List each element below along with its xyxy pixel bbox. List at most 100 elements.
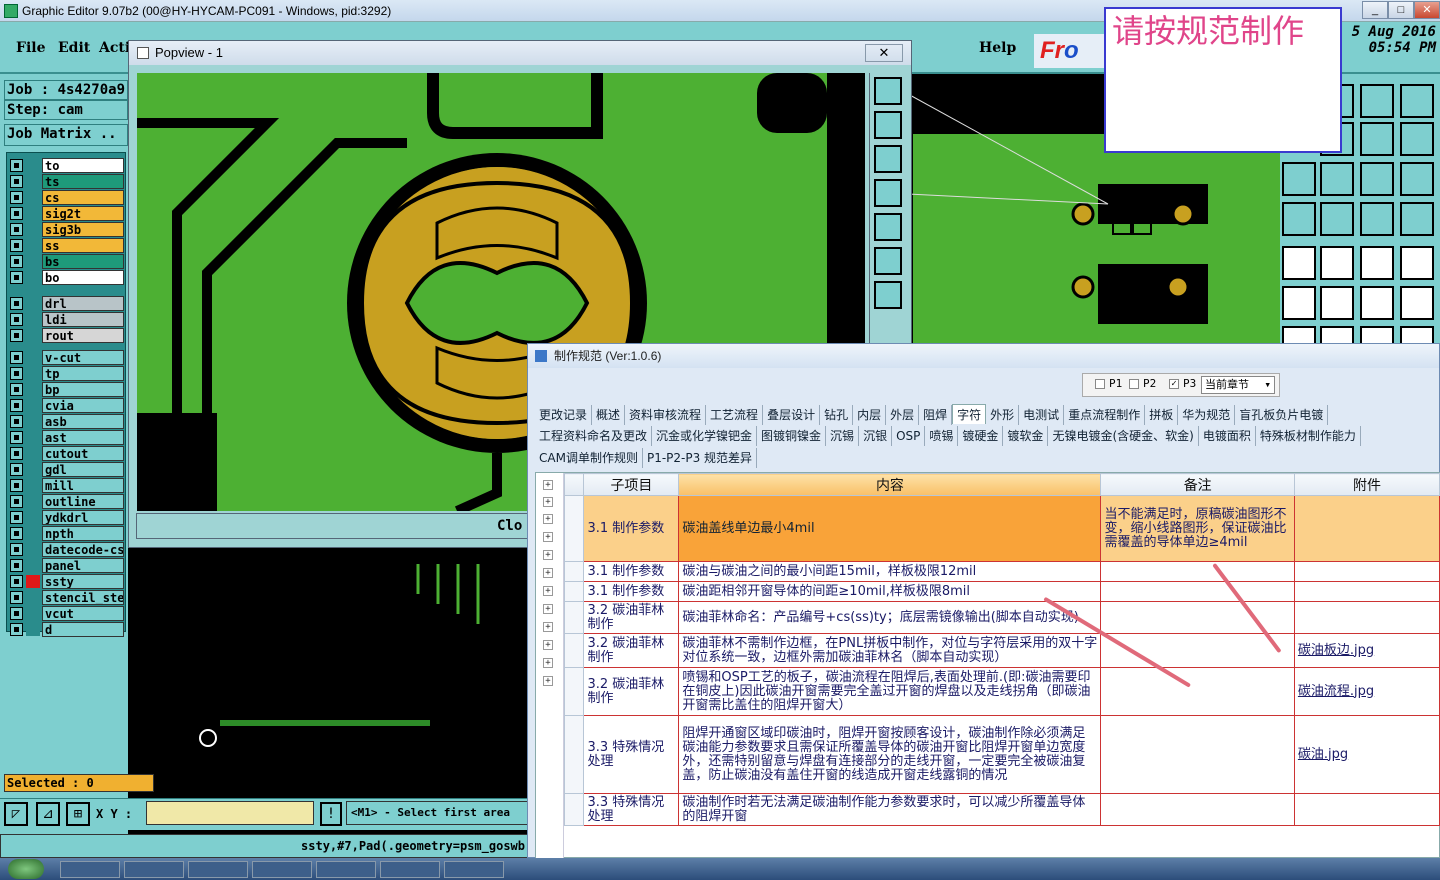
expand-icon[interactable]: + <box>543 604 553 614</box>
layer-row-stencil_step[interactable]: stencil_step <box>8 590 124 605</box>
layer-row-panel[interactable]: panel <box>8 558 124 573</box>
layer-checkbox[interactable] <box>10 191 23 204</box>
pan-right-icon[interactable] <box>874 213 902 241</box>
tab-tabs_row1-0[interactable]: 更改记录 <box>535 405 593 425</box>
layer-color-swatch[interactable] <box>26 297 40 310</box>
layer-checkbox[interactable] <box>10 463 23 476</box>
close-window-button[interactable]: ✕ <box>1414 1 1440 19</box>
align-icon[interactable] <box>1282 162 1316 196</box>
expand-icon[interactable]: + <box>543 586 553 596</box>
layer-row-cs[interactable]: cs <box>8 190 124 205</box>
layer-color-swatch[interactable] <box>26 175 40 188</box>
pan-down-icon[interactable] <box>874 145 902 173</box>
layer-color-swatch[interactable] <box>26 415 40 428</box>
cell-attachment[interactable] <box>1293 581 1440 602</box>
zoom-out-icon[interactable] <box>874 281 902 309</box>
layer-row-to[interactable]: to <box>8 158 124 173</box>
layer-color-swatch[interactable] <box>26 463 40 476</box>
layer-checkbox[interactable] <box>10 297 23 310</box>
fit-icon[interactable] <box>1320 162 1354 196</box>
layer-color-swatch[interactable] <box>26 313 40 326</box>
expand-icon[interactable]: + <box>543 622 553 632</box>
expand-icon[interactable]: + <box>543 550 553 560</box>
layer-color-swatch[interactable] <box>26 159 40 172</box>
layer-row-ydkdrl[interactable]: ydkdrl <box>8 510 124 525</box>
cross-icon[interactable] <box>1360 286 1394 320</box>
table-row[interactable]: 3.1 制作参数 碳油盖线单边最小4mil 当不能满足时，原稿碳油图形不变，缩小线路… <box>563 495 1440 562</box>
layer-row-v-cut[interactable]: v-cut <box>8 350 124 365</box>
tab-tabs_row2-5[interactable]: OSP <box>892 426 926 446</box>
layer-row-ts[interactable]: ts <box>8 174 124 189</box>
taskbar-item[interactable] <box>444 861 504 878</box>
layer-color-swatch[interactable] <box>26 383 40 396</box>
layer-row-npth[interactable]: npth <box>8 526 124 541</box>
job-matrix-button[interactable]: Job Matrix .. <box>4 124 128 146</box>
p3-checkbox[interactable]: ✓ <box>1169 379 1179 389</box>
layer-row-sig2t[interactable]: sig2t <box>8 206 124 221</box>
layer-checkbox[interactable] <box>10 367 23 380</box>
layer-color-swatch[interactable] <box>26 271 40 284</box>
layer-checkbox[interactable] <box>10 575 23 588</box>
p1-checkbox[interactable] <box>1095 379 1105 389</box>
cell-attachment[interactable] <box>1293 495 1440 562</box>
tab-tabs_row1-11[interactable]: 电测试 <box>1019 405 1065 425</box>
tab-tabs_row1-2[interactable]: 资料审核流程 <box>625 405 707 425</box>
ruler-icon[interactable] <box>1400 246 1434 280</box>
layer-row-ldi[interactable]: ldi <box>8 312 124 327</box>
line-icon[interactable] <box>1400 286 1434 320</box>
alert-icon[interactable]: ! <box>320 802 342 826</box>
tab-tabs_row2-8[interactable]: 镀软金 <box>1003 426 1049 446</box>
node-icon[interactable] <box>1320 286 1354 320</box>
layer-checkbox[interactable] <box>10 559 23 572</box>
snap-icon[interactable]: ◸ <box>4 802 28 826</box>
route-icon[interactable] <box>1400 122 1434 156</box>
table-row[interactable]: 3.2 碳油菲林制作 喷锡和OSP工艺的板子，碳油流程在阻焊后,表面处理前.(即:… <box>563 667 1440 716</box>
layer-color-swatch[interactable] <box>26 351 40 364</box>
layer-checkbox[interactable] <box>10 255 23 268</box>
layer-row-ss[interactable]: ss <box>8 238 124 253</box>
col-header-note[interactable]: 备注 <box>1100 473 1295 496</box>
layer-color-swatch[interactable] <box>26 399 40 412</box>
layer-color-swatch[interactable] <box>26 575 40 588</box>
tab-tabs_row2-2[interactable]: 图镀铜镍金 <box>757 426 827 446</box>
layer-checkbox[interactable] <box>10 543 23 556</box>
section-select[interactable]: 当前章节 ▾ <box>1201 376 1275 394</box>
layer-row-tp[interactable]: tp <box>8 366 124 381</box>
pad-icon[interactable] <box>1320 246 1354 280</box>
layer-color-swatch[interactable] <box>26 329 40 342</box>
taskbar-item[interactable] <box>188 861 248 878</box>
layer-color-swatch[interactable] <box>26 495 40 508</box>
layer-color-swatch[interactable] <box>26 239 40 252</box>
layer-row-drl[interactable]: drl <box>8 296 124 311</box>
cell-attachment[interactable]: 碳油流程.jpg <box>1293 667 1440 716</box>
tab-tabs_row1-6[interactable]: 内层 <box>853 405 887 425</box>
layer-row-asb[interactable]: asb <box>8 414 124 429</box>
filter-icon[interactable] <box>1320 202 1354 236</box>
tab-tabs_row2-9[interactable]: 无镍电镀金(含硬金、软金) <box>1048 426 1199 446</box>
layer-color-swatch[interactable] <box>26 607 40 620</box>
tab-tabs_row2-11[interactable]: 特殊板材制作能力 <box>1256 426 1361 446</box>
cell-attachment[interactable] <box>1293 601 1440 634</box>
grid-icon[interactable] <box>1360 202 1394 236</box>
expand-icon[interactable]: + <box>543 497 553 507</box>
tab-tabs_row2-1[interactable]: 沉金或化学镍钯金 <box>652 426 758 446</box>
scale-icon[interactable] <box>1400 162 1434 196</box>
layer-row-ssty[interactable]: ssty <box>8 574 124 589</box>
col-header-content[interactable]: 内容 <box>678 473 1102 496</box>
col-header-item[interactable]: 子项目 <box>583 473 680 496</box>
layer-checkbox[interactable] <box>10 383 23 396</box>
tab-tabs_row1-4[interactable]: 叠层设计 <box>763 405 821 425</box>
expand-icon[interactable]: + <box>543 658 553 668</box>
tab-tabs_row1-8[interactable]: 阻焊 <box>919 405 953 425</box>
layer-checkbox[interactable] <box>10 351 23 364</box>
menu-actions[interactable]: Acti <box>99 40 130 56</box>
tab-tabs_row1-15[interactable]: 盲孔板负片电镀 <box>1235 405 1329 425</box>
expand-icon[interactable]: + <box>543 640 553 650</box>
menu-file[interactable]: File <box>16 40 45 56</box>
layer-checkbox[interactable] <box>10 159 23 172</box>
layer-checkbox[interactable] <box>10 271 23 284</box>
tab-tabs_row2-4[interactable]: 沉银 <box>859 426 893 446</box>
tab-tabs_row3-1[interactable]: P1-P2-P3 规范差异 <box>643 448 758 468</box>
layer-checkbox[interactable] <box>10 239 23 252</box>
layer-checkbox[interactable] <box>10 175 23 188</box>
